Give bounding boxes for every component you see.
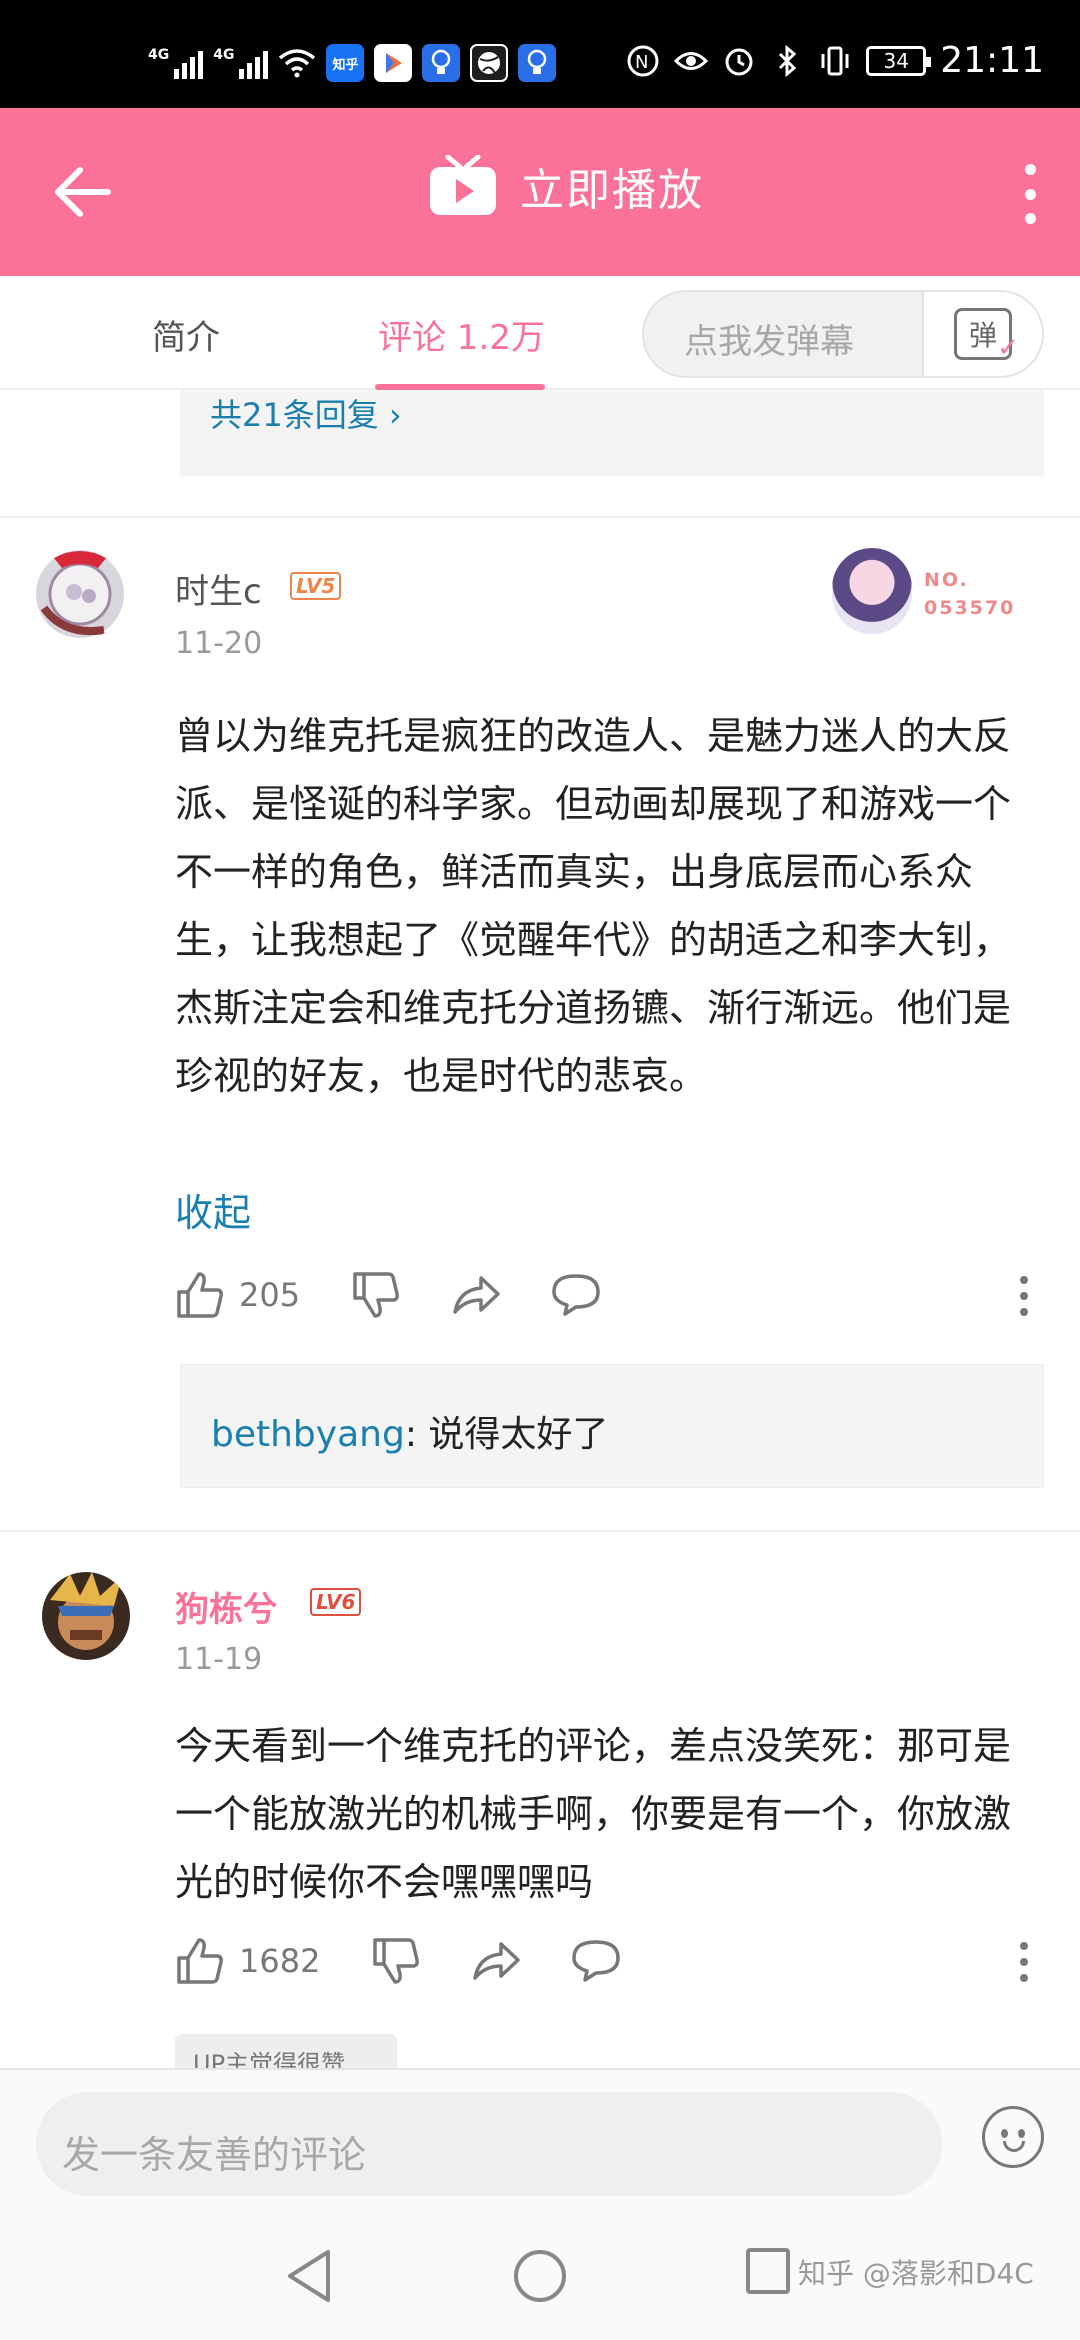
fan-badge[interactable]: NO. 053570: [832, 548, 1032, 638]
comment-input-bar: 发一条友善的评论: [0, 2068, 1080, 2210]
ball-app-icon: [470, 44, 509, 82]
comment-username[interactable]: 狗栋兮: [175, 1582, 277, 1631]
emoji-icon[interactable]: [982, 2106, 1044, 2168]
comment-content: 今天看到一个维克托的评论，差点没笑死：那可是一个能放激光的机械手啊，你要是有一个…: [175, 1724, 1012, 1904]
like-count: 1682: [239, 1942, 321, 1980]
bulb-app-icon: [422, 44, 461, 82]
reply-button[interactable]: [571, 1936, 621, 1986]
bluetooth-icon: [779, 44, 797, 77]
like-count: 205: [239, 1276, 301, 1314]
dislike-button[interactable]: [371, 1936, 421, 1986]
nav-back-icon[interactable]: [284, 2248, 336, 2304]
back-arrow-icon[interactable]: [50, 160, 114, 224]
play-now-label: 立即播放: [520, 165, 704, 216]
replies-preview: 共21条回复 ›: [180, 390, 1044, 476]
tab-bar: 简介 评论 1.2万 点我发弹幕 弹 ✓: [0, 276, 1080, 390]
signal-icon: 4G: [148, 47, 204, 79]
thumbs-down-icon: [373, 1938, 419, 1984]
fan-badge-avatar: [832, 548, 912, 634]
share-button[interactable]: [451, 1270, 501, 1320]
reply-button[interactable]: [551, 1270, 601, 1320]
share-button[interactable]: [471, 1936, 521, 1986]
svg-text:N: N: [635, 52, 648, 73]
top-bar: 立即播放: [0, 108, 1080, 276]
divider: [0, 1530, 1080, 1532]
comment-more-icon[interactable]: [1020, 1942, 1030, 1982]
sub-reply-username[interactable]: bethbyang: [211, 1414, 405, 1455]
comment-bubble-icon: [572, 1940, 620, 1982]
tv-icon: [430, 155, 496, 215]
nfc-icon: N: [627, 45, 659, 76]
danmaku-icon: 弹 ✓: [954, 308, 1019, 363]
dislike-button[interactable]: [351, 1270, 401, 1320]
thumbs-up-icon: [177, 1938, 223, 1984]
sub-reply-text: bethbyang: 说得太好了: [211, 1405, 608, 1457]
view-replies-link[interactable]: 共21条回复 ›: [210, 390, 402, 436]
sub-reply[interactable]: bethbyang: 说得太好了: [180, 1364, 1044, 1488]
video-app-icon: [374, 44, 413, 82]
tab-intro[interactable]: 简介: [152, 310, 220, 359]
clock-time: 21:11: [940, 40, 1044, 81]
danmaku-input[interactable]: 点我发弹幕: [684, 314, 854, 363]
signal-icon-2: 4G: [213, 47, 269, 79]
avatar[interactable]: [40, 1570, 132, 1662]
level-badge: LV5: [290, 572, 342, 600]
comment-date: 11-20: [175, 626, 263, 661]
comment-actions: 1682: [175, 1936, 1030, 1996]
watermark: 知乎 @落影和D4C: [798, 2257, 1034, 2290]
comment-bubble-icon: [552, 1274, 600, 1316]
vibrate-icon: [821, 46, 849, 75]
comment-content: 曾以为维克托是疯狂的改造人、是魅力迷人的大反派、是怪诞的科学家。但动画却展现了和…: [175, 714, 1012, 1098]
fan-badge-number: NO. 053570: [924, 569, 1016, 619]
comment-more-icon[interactable]: [1020, 1276, 1030, 1316]
level-badge: LV6: [310, 1588, 362, 1616]
wifi-icon: [279, 49, 316, 78]
nav-recents-icon[interactable]: [746, 2248, 790, 2294]
play-now-button[interactable]: 立即播放: [428, 154, 704, 218]
tab-comments[interactable]: 评论 1.2万: [378, 310, 545, 359]
system-nav-bar: 知乎 @落影和D4C: [0, 2210, 1080, 2340]
thumbs-down-icon: [353, 1272, 399, 1318]
comment-actions: 205: [175, 1270, 1030, 1330]
like-button[interactable]: 205: [175, 1270, 300, 1320]
alarm-icon: [725, 48, 753, 75]
comment-date: 11-19: [175, 1642, 263, 1677]
collapse-link[interactable]: 收起: [175, 1182, 251, 1237]
like-button[interactable]: 1682: [175, 1936, 320, 1986]
comment-username[interactable]: 时生c: [175, 564, 262, 613]
eye-icon: [674, 51, 709, 70]
danmaku-toggle-button[interactable]: 弹 ✓: [922, 292, 1042, 376]
share-icon: [473, 1942, 520, 1980]
bulb-app-icon-2: [518, 44, 557, 82]
nav-home-icon[interactable]: [514, 2250, 566, 2302]
divider: [0, 516, 1080, 518]
zhihu-app-icon: 知乎: [326, 44, 365, 82]
more-options-icon[interactable]: [1020, 164, 1040, 224]
share-icon: [453, 1276, 500, 1314]
sub-reply-content: : 说得太好了: [404, 1414, 609, 1455]
thumbs-up-icon: [177, 1272, 223, 1318]
avatar[interactable]: [34, 548, 126, 640]
comment-input[interactable]: 发一条友善的评论: [36, 2092, 942, 2196]
battery-icon: 34: [866, 45, 932, 76]
danmaku-input-box[interactable]: 点我发弹幕 弹 ✓: [642, 290, 1044, 378]
status-bar: 4G 4G 知乎 N 34 21:11: [0, 0, 1080, 108]
